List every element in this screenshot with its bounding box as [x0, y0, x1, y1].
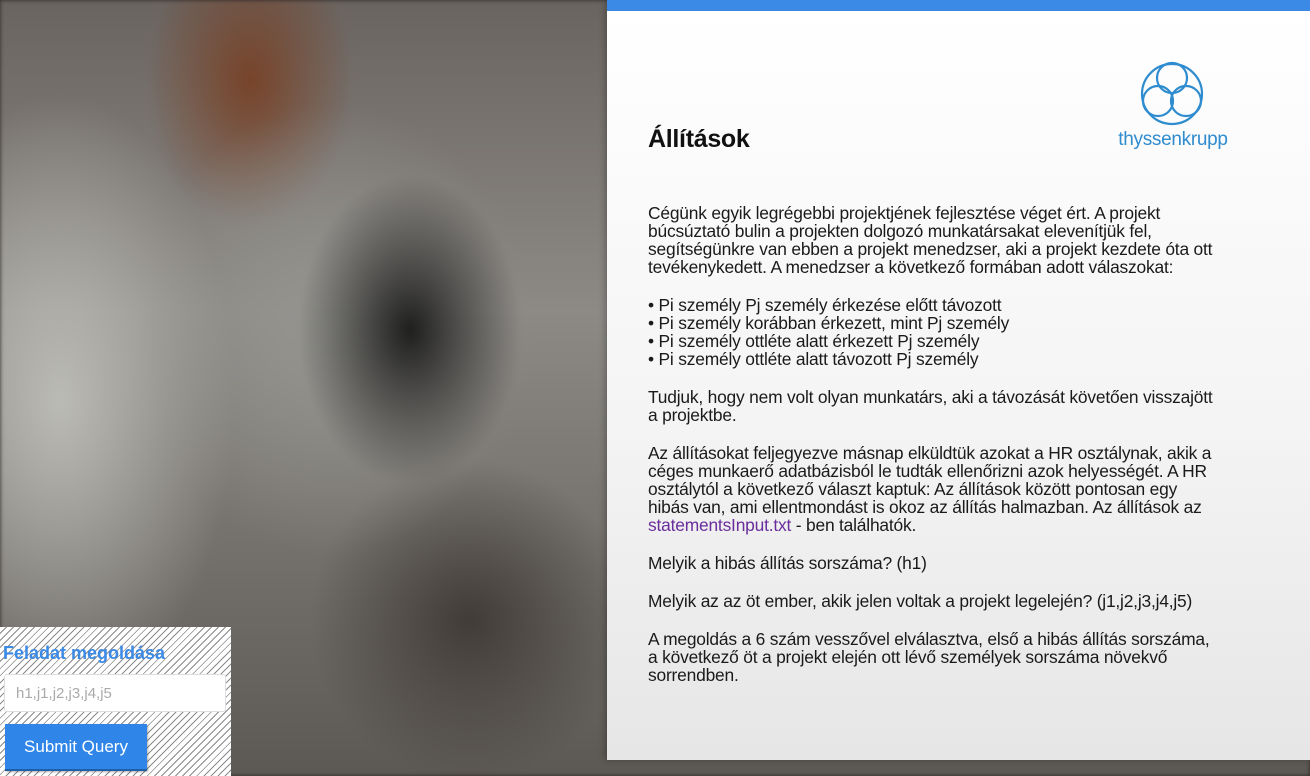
list-item: Pi személy Pj személy érkezése előtt táv…	[648, 296, 1218, 314]
intro-paragraph: Cégünk egyik legrégebbi projektjének fej…	[648, 203, 1213, 277]
page-title: Állítások	[648, 125, 750, 153]
form-title: Feladat megoldása	[3, 643, 166, 663]
solution-input[interactable]	[4, 674, 226, 712]
link-suffix: - ben találhatók.	[791, 515, 917, 535]
statement-types-list: Pi személy Pj személy érkezése előtt táv…	[648, 296, 1218, 368]
list-item: Pi személy ottléte alatt távozott Pj sze…	[648, 350, 1218, 368]
logo-wordmark: thyssenkrupp	[1118, 129, 1228, 150]
solution-form: Feladat megoldása Submit Query	[0, 627, 231, 776]
hr-paragraph: Az állításokat feljegyezve másnap elküld…	[648, 444, 1218, 534]
statements-input-link[interactable]: statementsInput.txt	[648, 515, 791, 535]
constraint-paragraph: Tudjuk, hogy nem volt olyan munkatárs, a…	[648, 387, 1213, 425]
list-item: Pi személy ottléte alatt érkezett Pj sze…	[648, 332, 1218, 350]
submit-button[interactable]: Submit Query	[5, 724, 147, 771]
list-item: Pi személy korábban érkezett, mint Pj sz…	[648, 314, 1218, 332]
company-logo: thyssenkrupp	[1117, 61, 1229, 157]
hr-text: Az állításokat feljegyezve másnap elküld…	[648, 443, 1212, 517]
statements-card: Állítások thyssenkrupp Cégünk egyik legr…	[607, 0, 1310, 760]
question-2: Melyik az az öt ember, akik jelen voltak…	[648, 591, 1193, 611]
question-1: Melyik a hibás állítás sorszáma? (h1)	[648, 553, 927, 573]
task-description: Cégünk egyik legrégebbi projektjének fej…	[648, 204, 1218, 704]
thyssenkrupp-rings-logo-icon	[1140, 61, 1204, 126]
answer-format: A megoldás a 6 szám vesszővel elválasztv…	[648, 629, 1210, 685]
